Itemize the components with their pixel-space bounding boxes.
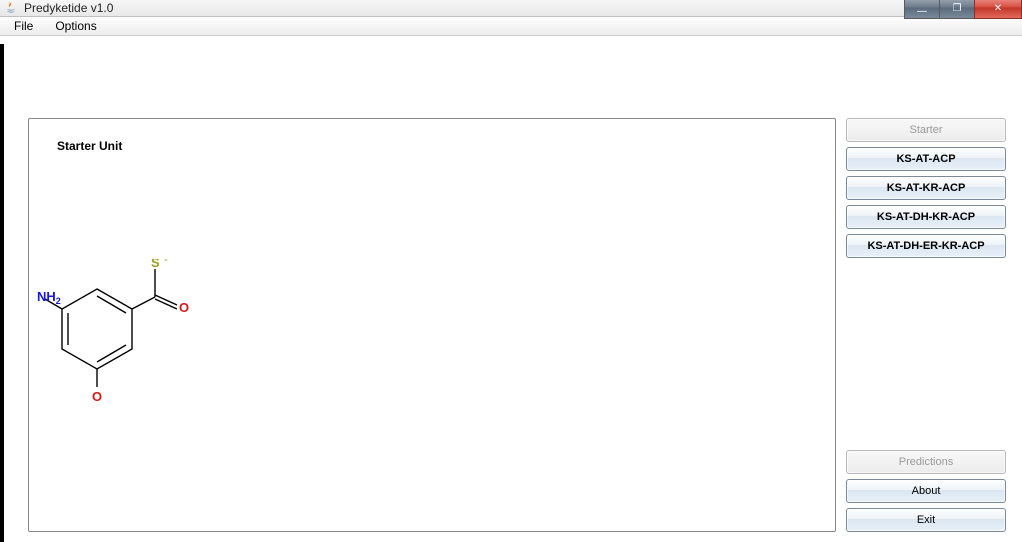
titlebar: Predyketide v1.0 — ❐ ✕ xyxy=(0,0,1022,17)
window-controls: — ❐ ✕ xyxy=(905,0,1022,19)
window-title: Predyketide v1.0 xyxy=(24,1,113,15)
menubar: File Options xyxy=(0,17,1022,36)
menu-file[interactable]: File xyxy=(10,17,37,35)
ks-at-kr-acp-button[interactable]: KS-AT-KR-ACP xyxy=(846,176,1006,200)
side-panel: Starter KS-AT-ACP KS-AT-KR-ACP KS-AT-DH-… xyxy=(846,118,1006,532)
content-area: Starter Unit xyxy=(0,36,1022,542)
ks-at-acp-button[interactable]: KS-AT-ACP xyxy=(846,147,1006,171)
label-o-carbonyl: O xyxy=(179,300,189,315)
label-nh2: NH2 xyxy=(37,289,61,306)
label-o-hydroxyl: O xyxy=(92,389,102,404)
app-window: Predyketide v1.0 — ❐ ✕ File Options Star… xyxy=(0,0,1022,542)
starter-button: Starter xyxy=(846,118,1006,142)
structure-canvas: Starter Unit xyxy=(28,118,836,532)
exit-button[interactable]: Exit xyxy=(846,508,1006,532)
maximize-button[interactable]: ❐ xyxy=(939,0,975,19)
label-s-minus: - xyxy=(164,259,168,266)
molecule-structure: NH2 S - O O xyxy=(37,259,207,432)
side-spacer xyxy=(846,263,1006,445)
menu-options[interactable]: Options xyxy=(51,17,100,35)
ks-at-dh-er-kr-acp-button[interactable]: KS-AT-DH-ER-KR-ACP xyxy=(846,234,1006,258)
left-border-strip xyxy=(0,44,4,542)
predictions-button: Predictions xyxy=(846,450,1006,474)
canvas-title: Starter Unit xyxy=(57,139,122,153)
close-button[interactable]: ✕ xyxy=(974,0,1022,19)
ks-at-dh-kr-acp-button[interactable]: KS-AT-DH-KR-ACP xyxy=(846,205,1006,229)
label-s: S xyxy=(151,259,160,270)
about-button[interactable]: About xyxy=(846,479,1006,503)
minimize-button[interactable]: — xyxy=(904,0,940,19)
java-icon xyxy=(4,1,18,15)
